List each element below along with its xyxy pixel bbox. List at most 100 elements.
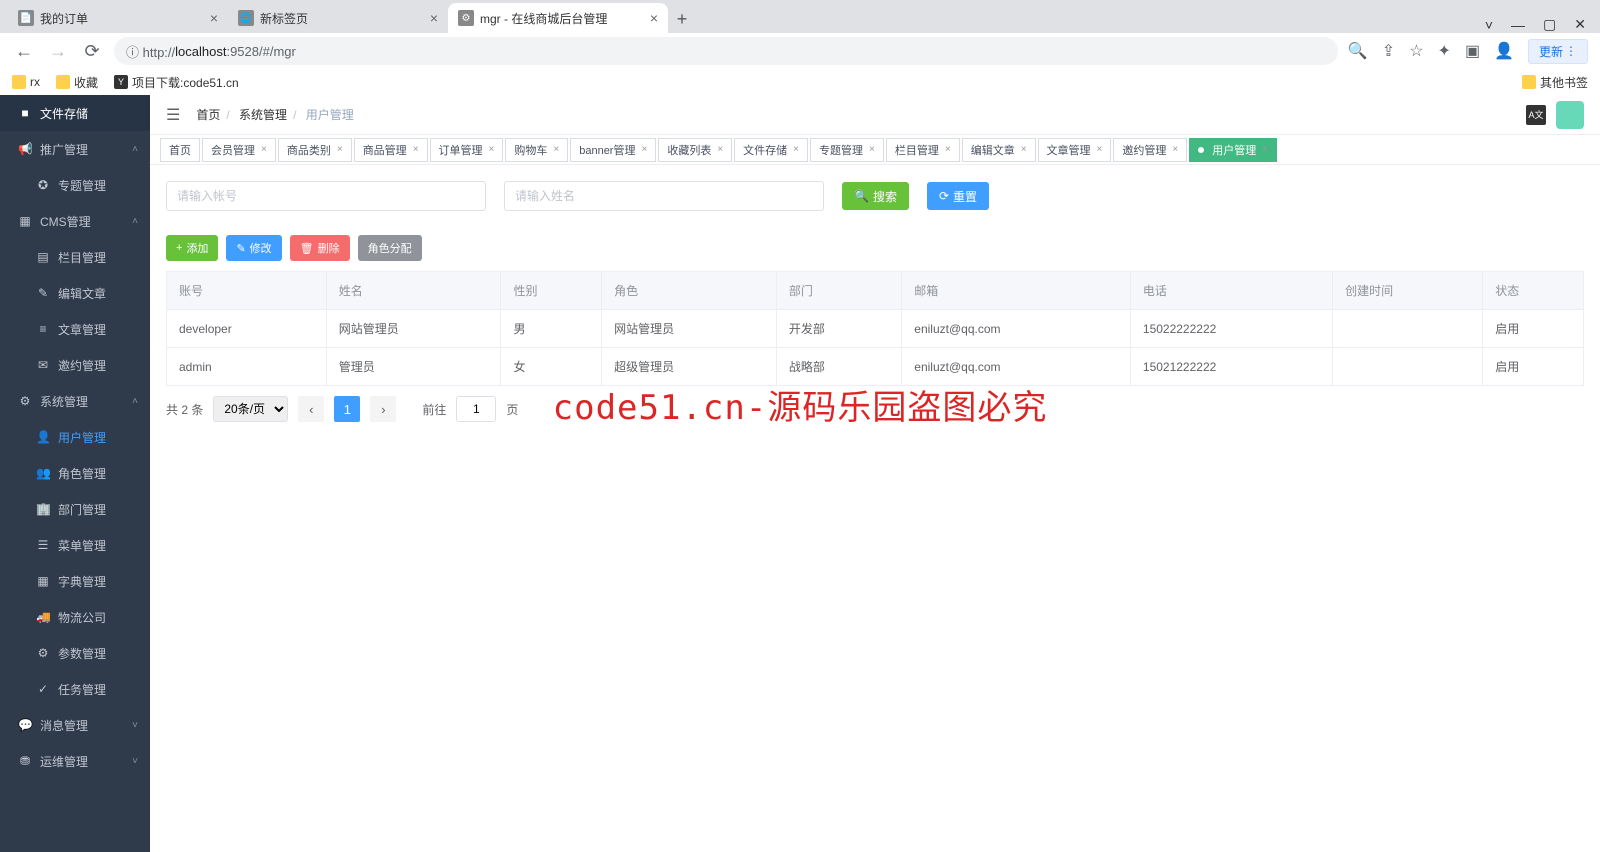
view-tab-10[interactable]: 栏目管理× <box>886 138 960 162</box>
close-icon[interactable]: × <box>1021 144 1027 155</box>
sidebar-item-1[interactable]: 📢推广管理˄ <box>0 131 150 167</box>
name-input[interactable] <box>504 181 824 211</box>
sidebar-item-13[interactable]: ▦字典管理 <box>0 563 150 599</box>
chevron-down-icon[interactable]: ˅ <box>1485 17 1493 33</box>
account-input[interactable] <box>166 181 486 211</box>
view-tab-14[interactable]: 用户管理× <box>1189 138 1277 162</box>
bookmark-other[interactable]: 其他书签 <box>1522 74 1588 91</box>
avatar[interactable] <box>1556 101 1584 129</box>
crumb-home[interactable]: 首页 <box>196 108 220 122</box>
view-tab-9[interactable]: 专题管理× <box>810 138 884 162</box>
sidebar-item-7[interactable]: ✉邀约管理 <box>0 347 150 383</box>
search-icon[interactable]: 🔍 <box>1348 41 1368 61</box>
crumb-sys[interactable]: 系统管理 <box>239 108 287 122</box>
share-icon[interactable]: ⇪ <box>1382 41 1395 61</box>
sidebar-item-6[interactable]: ≡文章管理 <box>0 311 150 347</box>
view-tab-0[interactable]: 首页 <box>160 138 200 162</box>
close-icon[interactable]: × <box>489 144 495 155</box>
update-button[interactable]: 更新⋮ <box>1528 39 1588 64</box>
view-tab-13[interactable]: 邀约管理× <box>1113 138 1187 162</box>
sidebar-item-8[interactable]: ⚙系统管理˄ <box>0 383 150 419</box>
sidebar-icon: 🏢 <box>36 502 50 516</box>
bookmark-proj[interactable]: Y项目下载:code51.cn <box>114 74 239 91</box>
language-icon[interactable]: A文 <box>1526 105 1546 125</box>
sidebar-item-11[interactable]: 🏢部门管理 <box>0 491 150 527</box>
back-icon[interactable]: ← <box>12 39 36 63</box>
bookmark-rx[interactable]: rx <box>12 75 40 89</box>
browser-chrome: 📄我的订单× 🌐新标签页× ⚙mgr - 在线商城后台管理× + ˅ — ▢ ✕… <box>0 0 1600 95</box>
close-icon[interactable]: × <box>650 10 658 26</box>
reload-icon[interactable]: ⟳ <box>80 39 104 63</box>
close-icon[interactable]: × <box>793 144 799 155</box>
view-tab-1[interactable]: 会员管理× <box>202 138 276 162</box>
minimize-icon[interactable]: — <box>1511 17 1525 33</box>
view-tab-5[interactable]: 购物车× <box>505 138 568 162</box>
close-icon[interactable]: × <box>261 144 267 155</box>
sidebar-item-5[interactable]: ✎编辑文章 <box>0 275 150 311</box>
close-window-icon[interactable]: ✕ <box>1574 16 1586 33</box>
page-jump-input[interactable] <box>456 396 496 422</box>
table-cell: 启用 <box>1483 348 1584 386</box>
close-icon[interactable]: × <box>210 10 218 26</box>
star-icon[interactable]: ☆ <box>1409 41 1423 61</box>
close-icon[interactable]: × <box>945 144 951 155</box>
close-icon[interactable]: × <box>1097 144 1103 155</box>
close-icon[interactable]: × <box>553 144 559 155</box>
sidebar-item-18[interactable]: ⛃运维管理˅ <box>0 743 150 779</box>
sidebar-item-3[interactable]: ▦CMS管理˄ <box>0 203 150 239</box>
sidebar-item-label: 推广管理 <box>40 141 88 158</box>
sidebar-item-16[interactable]: ✓任务管理 <box>0 671 150 707</box>
sidebar-item-17[interactable]: 💬消息管理˅ <box>0 707 150 743</box>
close-icon[interactable]: × <box>641 144 647 155</box>
sidebar-item-14[interactable]: 🚚物流公司 <box>0 599 150 635</box>
edit-button[interactable]: ✎ 修改 <box>226 235 281 261</box>
browser-tab-1[interactable]: 🌐新标签页× <box>228 3 448 33</box>
view-tab-3[interactable]: 商品管理× <box>354 138 428 162</box>
sidebar-item-9[interactable]: 👤用户管理 <box>0 419 150 455</box>
panel-icon[interactable]: ▣ <box>1465 41 1480 61</box>
role-assign-button[interactable]: 角色分配 <box>358 235 422 261</box>
close-icon[interactable]: × <box>430 10 438 26</box>
close-icon[interactable]: × <box>869 144 875 155</box>
browser-tab-2[interactable]: ⚙mgr - 在线商城后台管理× <box>448 3 668 33</box>
view-tab-12[interactable]: 文章管理× <box>1038 138 1112 162</box>
sidebar-item-12[interactable]: ☰菜单管理 <box>0 527 150 563</box>
new-tab-button[interactable]: + <box>668 5 696 33</box>
sidebar-item-4[interactable]: ▤栏目管理 <box>0 239 150 275</box>
close-icon[interactable]: × <box>413 144 419 155</box>
view-tab-7[interactable]: 收藏列表× <box>658 138 732 162</box>
view-tab-4[interactable]: 订单管理× <box>430 138 504 162</box>
browser-tab-0[interactable]: 📄我的订单× <box>8 3 228 33</box>
sidebar-item-label: 栏目管理 <box>58 249 106 266</box>
extensions-icon[interactable]: ✦ <box>1438 41 1451 61</box>
sidebar-item-label: 角色管理 <box>58 465 106 482</box>
sidebar-item-10[interactable]: 👥角色管理 <box>0 455 150 491</box>
hamburger-icon[interactable]: ☰ <box>166 105 180 125</box>
prev-page-button[interactable]: ‹ <box>298 396 324 422</box>
close-icon[interactable]: × <box>1262 144 1268 155</box>
url-field[interactable]: ⓘ http://localhost:9528/#/mgr <box>114 37 1338 65</box>
view-tab-11[interactable]: 编辑文章× <box>962 138 1036 162</box>
profile-icon[interactable]: 👤 <box>1494 41 1514 61</box>
search-button[interactable]: 🔍 搜索 <box>842 182 909 210</box>
sidebar-item-15[interactable]: ⚙参数管理 <box>0 635 150 671</box>
view-tab-6[interactable]: banner管理× <box>570 138 656 162</box>
close-icon[interactable]: × <box>337 144 343 155</box>
delete-button[interactable]: 🗑 删除 <box>290 235 350 261</box>
maximize-icon[interactable]: ▢ <box>1543 16 1556 33</box>
close-icon[interactable]: × <box>1172 144 1178 155</box>
table-row[interactable]: developer网站管理员男网站管理员开发部eniluzt@qq.com150… <box>167 310 1584 348</box>
page-1-button[interactable]: 1 <box>334 396 360 422</box>
forward-icon[interactable]: → <box>46 39 70 63</box>
close-icon[interactable]: × <box>717 144 723 155</box>
sidebar-item-0[interactable]: ■文件存储 <box>0 95 150 131</box>
add-button[interactable]: + 添加 <box>166 235 218 261</box>
bookmark-fav[interactable]: 收藏 <box>56 74 98 91</box>
view-tab-2[interactable]: 商品类别× <box>278 138 352 162</box>
view-tab-8[interactable]: 文件存储× <box>734 138 808 162</box>
sidebar-item-2[interactable]: ✪专题管理 <box>0 167 150 203</box>
table-header: 性别 <box>501 272 602 310</box>
page-size-select[interactable]: 20条/页 <box>213 396 288 422</box>
reset-button[interactable]: ⟳ 重置 <box>927 182 989 210</box>
next-page-button[interactable]: › <box>370 396 396 422</box>
